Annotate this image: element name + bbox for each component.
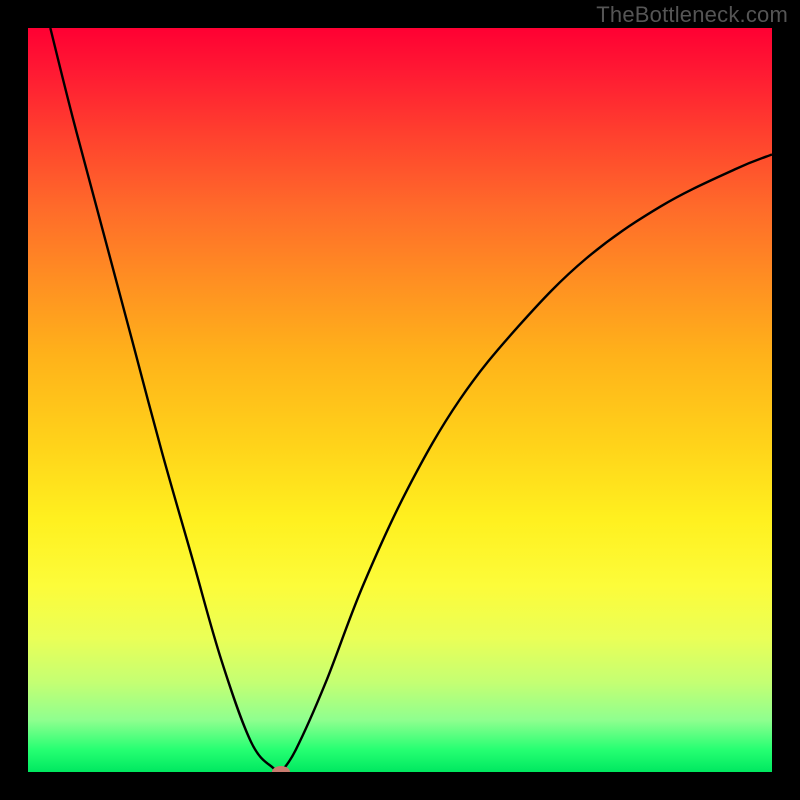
watermark-label: TheBottleneck.com [596, 2, 788, 28]
chart-frame: TheBottleneck.com [0, 0, 800, 800]
minimum-marker [272, 766, 290, 772]
bottleneck-curve [28, 28, 772, 772]
plot-area [28, 28, 772, 772]
